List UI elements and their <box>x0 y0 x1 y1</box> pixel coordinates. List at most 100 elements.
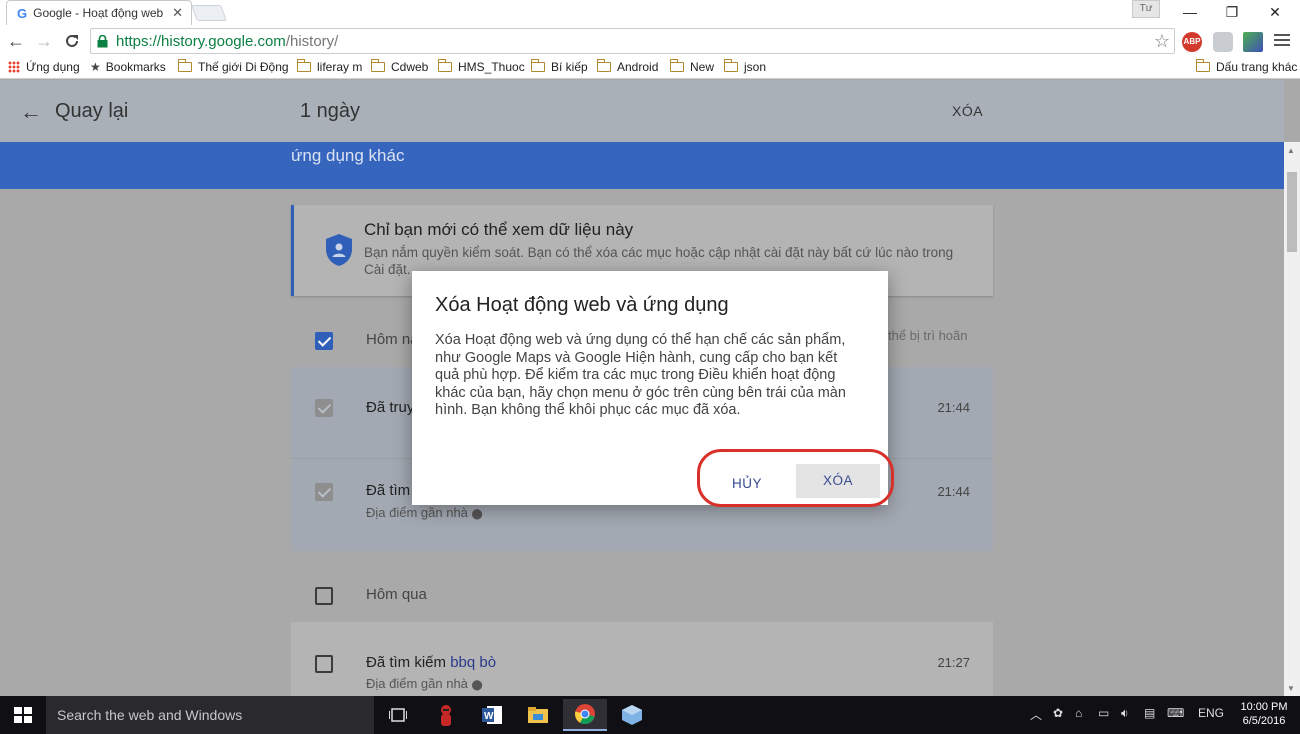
forward-nav-icon[interactable]: → <box>33 30 55 52</box>
folder-icon <box>530 59 545 72</box>
browser-tab[interactable]: G Google - Hoạt động web ✕ <box>6 0 192 25</box>
clock-time: 10:00 PM <box>1240 701 1288 713</box>
other-bookmarks[interactable]: Dấu trang khác <box>1195 59 1297 74</box>
item-checkbox[interactable] <box>315 399 333 417</box>
select-day-checkbox[interactable] <box>315 587 333 605</box>
day-header-yesterday: Hôm qua <box>291 568 993 622</box>
minimize-icon[interactable]: — <box>1175 2 1205 22</box>
day-label: Hôm na <box>366 331 419 348</box>
tab-bar: G Google - Hoạt động web ✕ Tư — ❐ ✕ <box>0 0 1300 25</box>
bookmark-folder[interactable]: json <box>723 59 766 74</box>
header-delete-button[interactable]: XÓA <box>952 103 983 119</box>
item-title: Đã truy <box>366 399 415 416</box>
tab-title: Google - Hoạt động web <box>33 6 164 20</box>
profile-button[interactable]: Tư <box>1132 0 1160 18</box>
windows-start-icon[interactable] <box>14 707 32 723</box>
apps-grid-icon <box>8 61 20 73</box>
back-label[interactable]: Quay lại <box>55 100 128 123</box>
scroll-down-icon[interactable]: ▼ <box>1287 684 1295 693</box>
item-location: Địa điểm gần nhà ⬤ <box>366 505 483 520</box>
keyboard-icon[interactable]: ⌨ <box>1167 706 1184 720</box>
bookmark-bookmarks[interactable]: ★ Bookmarks <box>90 60 166 74</box>
annotation-highlight-ring <box>697 449 894 507</box>
bookmark-folder[interactable]: liferay m <box>296 59 362 74</box>
item-time: 21:44 <box>937 484 970 499</box>
scroll-up-icon[interactable]: ▲ <box>1287 146 1295 155</box>
shield-extension-icon[interactable] <box>1213 32 1233 52</box>
bookmarks-bar: Ứng dụng ★ Bookmarks Thế giới Di Động lif… <box>0 57 1300 79</box>
select-day-checkbox[interactable] <box>315 332 333 350</box>
banner-text: ứng dụng khác <box>291 146 405 165</box>
day-label: Hôm qua <box>366 586 427 603</box>
chrome-app-icon[interactable] <box>563 699 607 731</box>
bookmark-apps[interactable]: Ứng dụng <box>8 60 80 74</box>
virtualbox-app-icon[interactable] <box>610 699 654 731</box>
task-view-icon[interactable] <box>376 699 420 731</box>
maximize-icon[interactable]: ❐ <box>1217 2 1247 22</box>
back-nav-icon[interactable]: ← <box>5 30 27 52</box>
taskbar-search-box[interactable]: Search the web and Windows <box>46 696 374 734</box>
adblock-extension-icon[interactable]: ABP <box>1182 32 1202 52</box>
window-close-icon[interactable]: ✕ <box>1260 2 1290 22</box>
address-bar[interactable]: https://history.google.com/history/ ☆ <box>90 28 1175 54</box>
page-header: ← Quay lại 1 ngày XÓA <box>0 80 1284 142</box>
location-pin-icon: ⬤ <box>471 680 483 691</box>
dialog-body: Xóa Hoạt động web và ứng dụng có thể hạn… <box>435 332 846 418</box>
folder-icon <box>596 59 611 72</box>
shield-person-icon <box>326 234 352 266</box>
folder-icon <box>437 59 452 72</box>
bookmark-folder[interactable]: Thế giới Di Động <box>177 59 289 74</box>
volume-icon[interactable]: 🔉︎ <box>1121 706 1129 721</box>
chrome-menu-icon[interactable] <box>1274 32 1290 48</box>
yesterday-items-card: Đã tìm kiếm bbq bò Địa điểm gần nhà ⬤ 21… <box>291 622 993 696</box>
network-icon[interactable]: ⌂ <box>1075 706 1082 720</box>
dialog-title: Xóa Hoạt động web và ứng dụng <box>435 294 729 316</box>
google-favicon-icon: G <box>17 5 28 21</box>
taskbar-search-placeholder: Search the web and Windows <box>57 707 243 723</box>
bookmark-star-icon[interactable]: ☆ <box>1154 31 1170 52</box>
bookmark-folder[interactable]: New <box>669 59 714 74</box>
item-time: 21:27 <box>937 655 970 670</box>
privacy-title: Chỉ bạn mới có thể xem dữ liệu này <box>364 220 634 239</box>
bookmark-folder[interactable]: Cdweb <box>370 59 428 74</box>
folder-icon <box>296 59 311 72</box>
new-tab-button[interactable] <box>191 5 227 21</box>
time-range-label: 1 ngày <box>300 100 361 122</box>
tab-close-icon[interactable]: ✕ <box>172 5 183 21</box>
windows-taskbar: Search the web and Windows W ︿ ✿ ⌂ ▭ 🔉︎ … <box>0 696 1300 734</box>
lock-icon <box>97 34 108 48</box>
back-arrow-icon[interactable]: ← <box>20 99 42 125</box>
file-explorer-icon[interactable] <box>516 699 560 731</box>
folder-icon <box>669 59 684 72</box>
page-banner: ứng dụng khác <box>0 142 1284 189</box>
bookmark-folder[interactable]: HMS_Thuoc <box>437 59 525 74</box>
item-time: 21:44 <box>937 400 970 415</box>
scrollbar-thumb[interactable] <box>1287 172 1297 252</box>
url-host: https://history.google.com <box>116 32 286 50</box>
clock-date: 6/5/2016 <box>1242 715 1286 727</box>
svg-text:W: W <box>484 711 494 722</box>
item-title: Đã tìm kiếm bbq bò <box>366 654 497 671</box>
star-icon: ★ <box>90 60 101 74</box>
folder-icon <box>1195 59 1210 72</box>
bookmark-folder[interactable]: Bí kiếp <box>530 59 588 74</box>
folder-icon <box>370 59 385 72</box>
defer-note: thể bị trì hoãn <box>888 328 968 343</box>
notifications-icon[interactable]: ▤ <box>1144 706 1155 720</box>
image-extension-icon[interactable] <box>1243 32 1263 52</box>
bookmark-folder[interactable]: Android <box>596 59 658 74</box>
word-app-icon[interactable]: W <box>470 699 514 731</box>
tray-expand-icon[interactable]: ︿ <box>1030 706 1042 723</box>
item-checkbox[interactable] <box>315 655 333 673</box>
item-checkbox[interactable] <box>315 483 333 501</box>
taskbar-clock[interactable]: 10:00 PM 6/5/2016 <box>1236 700 1292 728</box>
battery-icon[interactable]: ▭ <box>1098 706 1109 720</box>
location-pin-icon: ⬤ <box>471 509 483 520</box>
browser-toolbar: ← → https://history.google.com/history/ … <box>0 25 1300 57</box>
reload-icon[interactable] <box>61 30 83 52</box>
folder-icon <box>723 59 738 72</box>
url-path: /history/ <box>285 32 339 50</box>
app-ninja-icon[interactable] <box>424 699 468 731</box>
tray-app-icon[interactable]: ✿ <box>1053 706 1063 720</box>
language-indicator[interactable]: ENG <box>1198 706 1224 720</box>
